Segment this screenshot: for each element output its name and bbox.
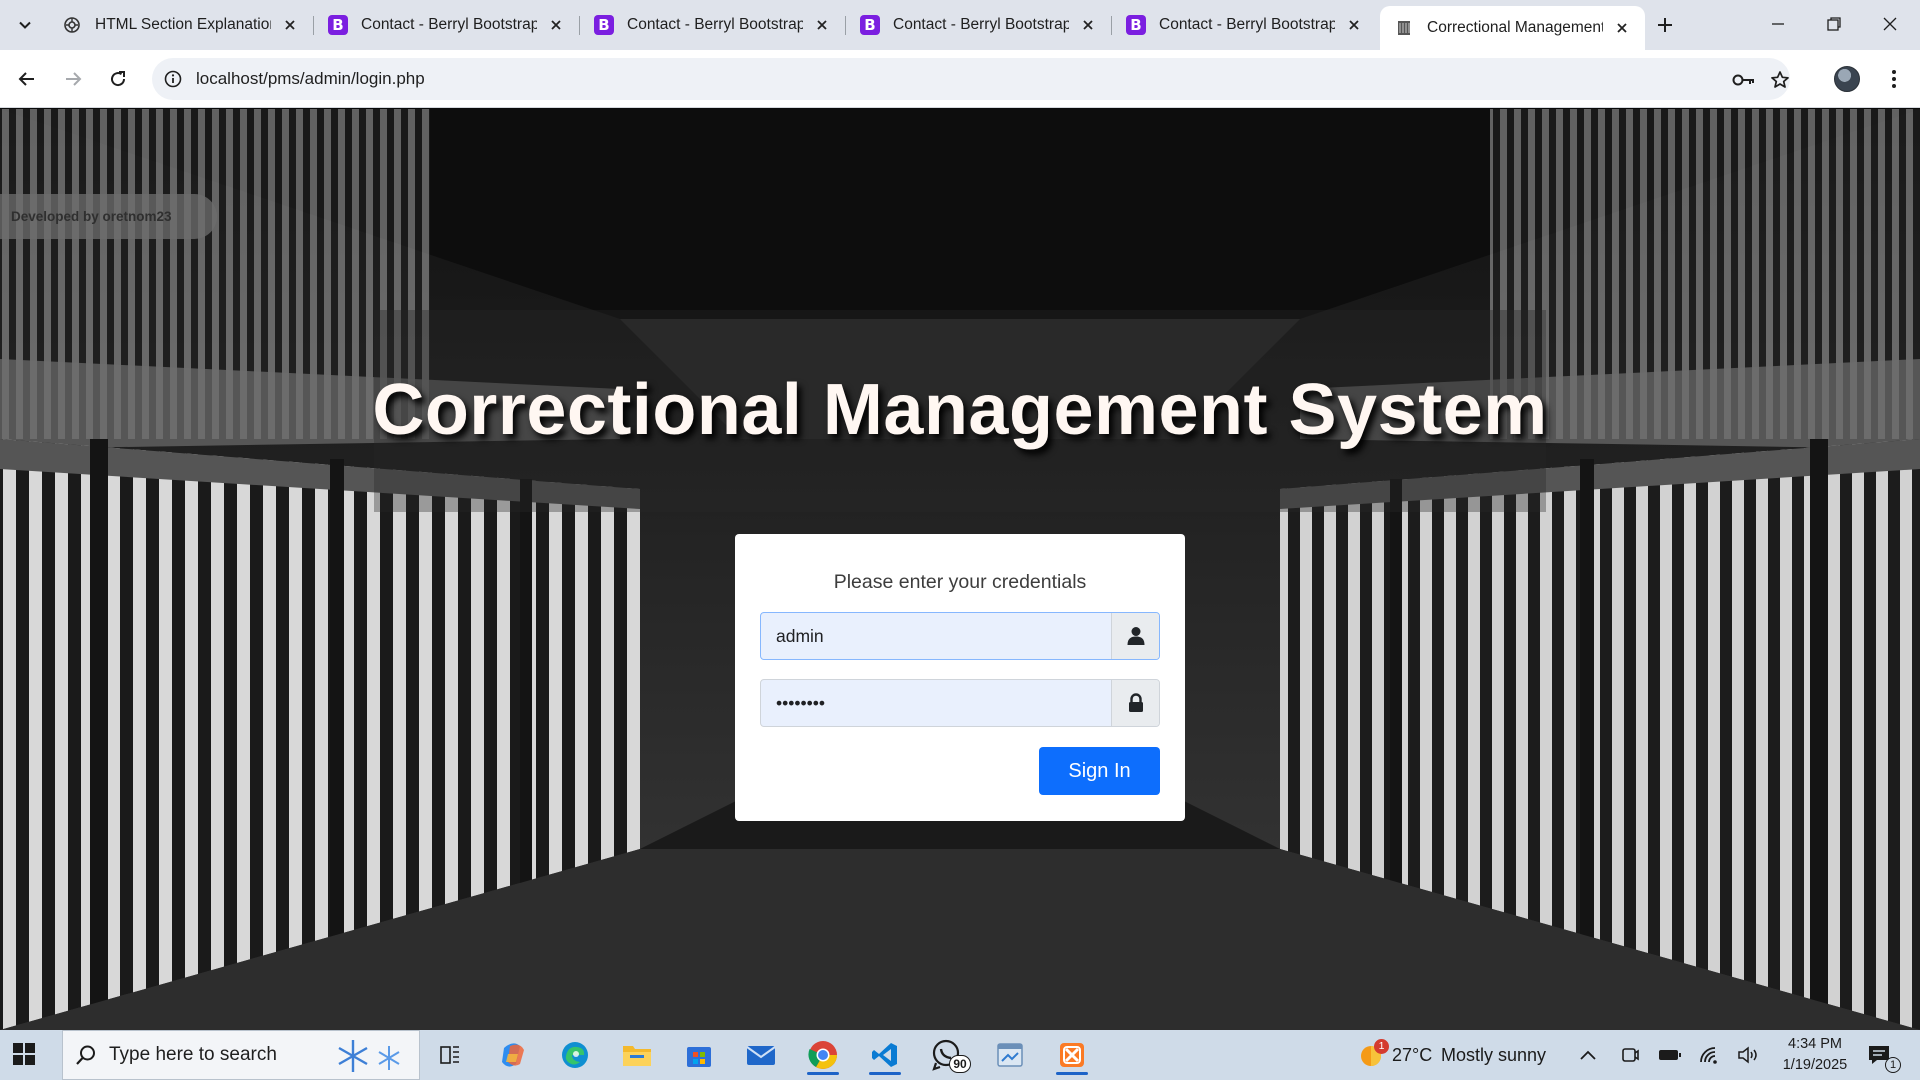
copilot-icon[interactable] — [491, 1035, 535, 1075]
login-prompt: Please enter your credentials — [833, 571, 1087, 593]
password-input[interactable] — [761, 680, 1111, 726]
bootstrap-icon: B — [1126, 15, 1146, 35]
vscode-icon[interactable] — [863, 1035, 907, 1075]
minimize-icon[interactable] — [1750, 0, 1806, 48]
developer-badge: Developed by oretnom23 — [0, 194, 217, 239]
tab-search-chevron-icon[interactable] — [11, 12, 39, 38]
chrome-icon[interactable] — [801, 1035, 845, 1075]
clock-time: 4:34 PM — [1788, 1036, 1842, 1052]
restore-icon[interactable] — [1806, 0, 1862, 48]
show-hidden-icons-chevron-icon[interactable] — [1566, 1035, 1610, 1075]
windows-start-icon[interactable] — [12, 1042, 40, 1070]
page-icon — [1394, 18, 1414, 38]
password-field — [760, 679, 1160, 727]
tab-title: Contact - Berryl Bootstrap — [361, 16, 537, 33]
search-placeholder: Type here to search — [109, 1044, 277, 1065]
notification-count-badge: 1 — [1885, 1057, 1901, 1073]
page-title: Correctional Management System — [372, 370, 1548, 450]
profile-avatar[interactable] — [1832, 64, 1862, 94]
tab-title: HTML Section Explanation — [95, 16, 271, 33]
notifications-icon[interactable]: 1 — [1858, 1035, 1902, 1075]
taskbar-clock[interactable]: 4:34 PM 1/19/2025 — [1770, 1034, 1860, 1076]
close-tab-icon[interactable] — [1077, 14, 1099, 36]
microsoft-store-icon[interactable] — [677, 1035, 721, 1075]
bookmark-star-icon[interactable] — [1768, 68, 1792, 92]
username-field — [760, 612, 1160, 660]
tab-title: Contact - Berryl Bootstrap — [893, 16, 1069, 33]
tab-contact-berryl-4[interactable]: B Contact - Berryl Bootstrap — [1112, 8, 1377, 42]
close-tab-icon[interactable] — [545, 14, 567, 36]
tab-title: Contact - Berryl Bootstrap — [1159, 16, 1335, 33]
tab-contact-berryl-1[interactable]: B Contact - Berryl Bootstrap — [314, 8, 579, 42]
login-page: Developed by oretnom23 Correctional Mana… — [0, 109, 1920, 1030]
taskbar-search-box[interactable]: Type here to search — [62, 1030, 420, 1080]
volume-icon[interactable] — [1726, 1035, 1770, 1075]
edge-browser-icon[interactable] — [553, 1035, 597, 1075]
user-icon — [1111, 613, 1159, 659]
browser-tab-strip: HTML Section Explanation B Contact - Ber… — [0, 0, 1920, 50]
mail-icon[interactable] — [739, 1035, 783, 1075]
weather-alert-badge: 1 — [1374, 1039, 1389, 1054]
new-tab-plus-icon[interactable] — [1651, 11, 1679, 39]
file-explorer-icon[interactable] — [615, 1035, 659, 1075]
meet-now-icon[interactable] — [1608, 1035, 1652, 1075]
xampp-icon[interactable] — [1050, 1035, 1094, 1075]
address-bar[interactable]: localhost/pms/admin/login.php — [152, 58, 1790, 100]
close-tab-icon[interactable] — [1343, 14, 1365, 36]
weather-sun-icon[interactable]: 1 — [1350, 1035, 1394, 1075]
bootstrap-icon: B — [328, 15, 348, 35]
tab-correctional-management[interactable]: Correctional Management — [1380, 6, 1645, 50]
browser-toolbar: localhost/pms/admin/login.php — [0, 50, 1920, 108]
battery-icon[interactable] — [1648, 1035, 1692, 1075]
password-key-icon[interactable] — [1732, 68, 1756, 92]
username-input[interactable] — [761, 613, 1111, 659]
bootstrap-icon: B — [860, 15, 880, 35]
close-window-icon[interactable] — [1862, 0, 1918, 48]
tab-html-section-explanation[interactable]: HTML Section Explanation — [48, 8, 313, 42]
whatsapp-unread-badge: 90 — [949, 1055, 971, 1073]
reload-icon[interactable] — [103, 64, 133, 94]
search-icon — [75, 1044, 97, 1071]
app-window-icon[interactable] — [988, 1035, 1032, 1075]
lock-icon — [1111, 680, 1159, 726]
openai-icon — [62, 15, 82, 35]
close-tab-icon[interactable] — [1611, 17, 1633, 39]
tab-title: Contact - Berryl Bootstrap — [627, 16, 803, 33]
login-card: Please enter your credentials Sign In — [735, 534, 1185, 821]
close-tab-icon[interactable] — [279, 14, 301, 36]
close-tab-icon[interactable] — [811, 14, 833, 36]
url-text: localhost/pms/admin/login.php — [196, 69, 425, 88]
tab-contact-berryl-3[interactable]: B Contact - Berryl Bootstrap — [846, 8, 1111, 42]
forward-arrow-icon[interactable] — [58, 64, 88, 94]
temperature-text: 27°C — [1392, 1045, 1433, 1065]
back-arrow-icon[interactable] — [12, 64, 42, 94]
browser-menu-icon[interactable] — [1879, 64, 1909, 94]
tab-title: Correctional Management — [1427, 19, 1603, 36]
site-info-icon[interactable] — [162, 68, 184, 90]
tab-contact-berryl-2[interactable]: B Contact - Berryl Bootstrap — [580, 8, 845, 42]
snowflake-icon — [331, 1036, 415, 1080]
weather-text: Mostly sunny — [1441, 1045, 1547, 1065]
task-view-icon[interactable] — [428, 1035, 472, 1075]
sign-in-button[interactable]: Sign In — [1039, 747, 1160, 795]
clock-date: 1/19/2025 — [1782, 1057, 1848, 1073]
bootstrap-icon: B — [594, 15, 614, 35]
windows-taskbar: Type here to search 90 1 27°C Mostly sun… — [0, 1030, 1920, 1080]
whatsapp-icon[interactable]: 90 — [925, 1035, 971, 1075]
